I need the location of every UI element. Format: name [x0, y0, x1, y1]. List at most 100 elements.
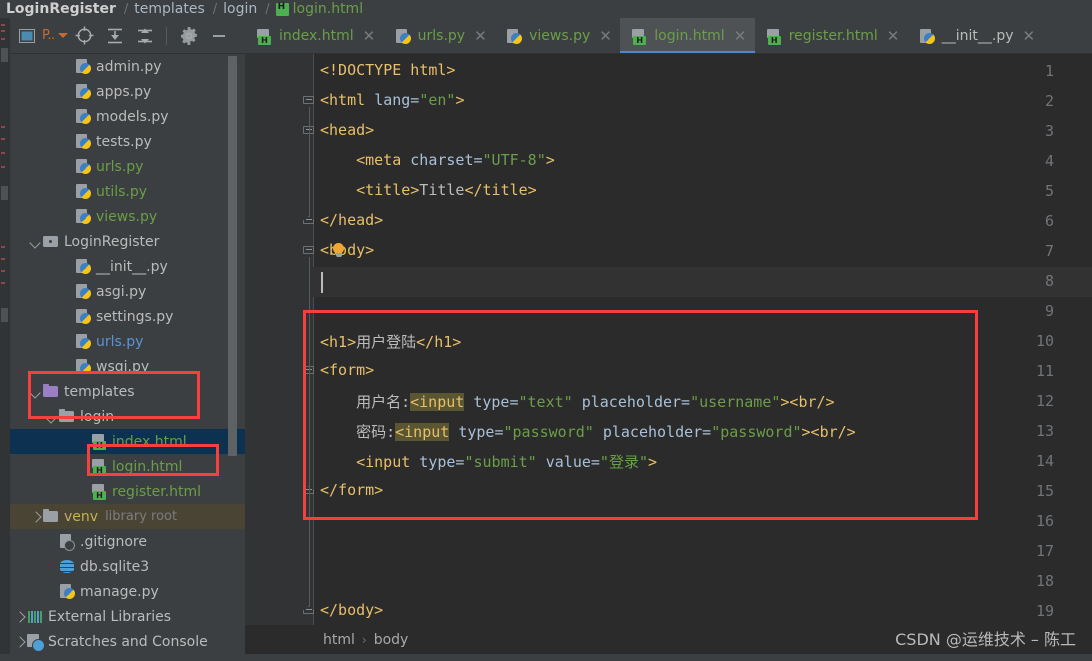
tree-item-urls-py[interactable]: urls.py: [10, 329, 245, 354]
tree-item-label: LoginRegister: [64, 233, 160, 250]
tree-item-label: admin.py: [96, 58, 162, 75]
tab-urls-py[interactable]: urls.py ✕: [384, 18, 495, 54]
project-label[interactable]: P..: [42, 28, 68, 43]
code-token: >: [455, 91, 465, 109]
tree-item-tests-py[interactable]: tests.py: [10, 129, 245, 154]
chevron-right-icon[interactable]: [30, 511, 42, 523]
tree-item-label: templates: [64, 383, 135, 400]
chevron-down-icon[interactable]: [30, 236, 42, 248]
tree-item-db-sqlite3[interactable]: db.sqlite3: [10, 554, 245, 579]
tree-item--gitignore[interactable]: .gitignore: [10, 529, 245, 554]
breadcrumb-login[interactable]: login: [223, 1, 257, 17]
code-token: ><br/>: [801, 423, 856, 441]
settings-button[interactable]: [176, 23, 202, 49]
collapse-all-icon: [137, 28, 152, 43]
code-token: "登录": [599, 453, 648, 471]
tree-item-login-html[interactable]: login.html: [10, 454, 245, 479]
folder-purple-icon: [43, 383, 60, 400]
tree-item-loginregister[interactable]: LoginRegister: [10, 229, 245, 254]
tree-item-label: manage.py: [80, 583, 159, 600]
tab-index-html[interactable]: index.html ✕: [245, 18, 384, 54]
close-icon[interactable]: ✕: [474, 28, 487, 44]
code-token: </form>: [320, 481, 384, 499]
breadcrumb-project[interactable]: LoginRegister: [6, 1, 116, 17]
code-token: >: [545, 151, 555, 169]
tree-item-apps-py[interactable]: apps.py: [10, 79, 245, 104]
close-icon[interactable]: ✕: [363, 28, 376, 44]
tree-item-urls-py[interactable]: urls.py: [10, 154, 245, 179]
close-icon[interactable]: ✕: [734, 28, 747, 44]
tree-item-views-py[interactable]: views.py: [10, 204, 245, 229]
tree-item-asgi-py[interactable]: asgi.py: [10, 279, 245, 304]
line-number: 17: [1035, 542, 1054, 560]
tab-login-html[interactable]: login.html ✕: [620, 18, 756, 54]
tree-item-external-libraries[interactable]: External Libraries: [10, 604, 245, 629]
tree-item-wsgi-py[interactable]: wsgi.py: [10, 354, 245, 379]
tree-item-venv[interactable]: venv library root: [10, 504, 245, 529]
tree-item-label: views.py: [96, 208, 158, 225]
code-line: <input type="submit" value="登录">: [356, 451, 657, 472]
chevron-right-icon[interactable]: [14, 636, 26, 648]
tree-item--init-py[interactable]: __init__.py: [10, 254, 245, 279]
breadcrumb-templates[interactable]: templates: [134, 1, 205, 17]
code-token: "password": [503, 423, 594, 441]
tree-item-manage-py[interactable]: manage.py: [10, 579, 245, 604]
tab--init-py[interactable]: __init__.py ✕: [908, 18, 1044, 54]
chevron-down-icon[interactable]: [46, 411, 58, 423]
tree-item-login[interactable]: login: [10, 404, 245, 429]
tree-item-templates[interactable]: templates: [10, 379, 245, 404]
tree-item-utils-py[interactable]: utils.py: [10, 179, 245, 204]
code-token: 用户名:: [356, 393, 411, 411]
tree-item-models-py[interactable]: models.py: [10, 104, 245, 129]
code-line: <meta charset="UTF-8">: [356, 151, 555, 169]
python-file-icon: [75, 133, 92, 150]
tree-scrollbar[interactable]: [228, 56, 237, 456]
breadcrumb-file[interactable]: login.html: [293, 1, 363, 17]
line-number: 14: [1035, 452, 1054, 470]
expand-all-button[interactable]: [102, 23, 128, 49]
code-line: <head>: [320, 121, 374, 139]
html-file-icon: [275, 2, 289, 16]
python-file-icon: [75, 108, 92, 125]
tree-item-register-html[interactable]: register.html: [10, 479, 245, 504]
tree-item-settings-py[interactable]: settings.py: [10, 304, 245, 329]
code-token: <body>: [320, 241, 375, 259]
tree-item-label: Scratches and Console: [48, 633, 208, 650]
code-editor[interactable]: 1 <!DOCTYPE html> 2 <html lang="en"> 3 <head>…: [245, 54, 1092, 643]
hide-panel-button[interactable]: [206, 23, 232, 49]
tab-views-py[interactable]: views.py ✕: [495, 18, 620, 54]
locate-file-button[interactable]: [72, 23, 98, 49]
intention-bulb-icon[interactable]: [332, 243, 345, 259]
close-icon[interactable]: ✕: [887, 28, 900, 44]
code-token: <html: [320, 91, 375, 109]
left-edge-strip: [0, 18, 10, 661]
collapse-all-button[interactable]: [132, 23, 158, 49]
code-token: <input: [410, 393, 465, 411]
tree-item-admin-py[interactable]: admin.py: [10, 54, 245, 79]
line-number: 8: [1044, 272, 1054, 290]
project-tree[interactable]: admin.py apps.py models.py tests.py urls.py u…: [10, 54, 245, 661]
tab-label: index.html: [279, 28, 354, 44]
close-icon[interactable]: ✕: [599, 28, 612, 44]
tree-item-scratches-and-console[interactable]: Scratches and Console: [10, 629, 245, 654]
tree-item-index-html[interactable]: index.html: [10, 429, 245, 454]
project-selector-button[interactable]: [14, 23, 40, 49]
editor-tab-bar[interactable]: index.html✕urls.py✕views.py✕login.html✕r…: [245, 18, 1092, 54]
chevron-down-icon[interactable]: [30, 386, 42, 398]
html-file-icon: [91, 458, 108, 475]
chevron-right-icon[interactable]: [14, 611, 26, 623]
tab-label: register.html: [788, 28, 878, 44]
tab-register-html[interactable]: register.html ✕: [755, 18, 908, 54]
gear-icon: [180, 26, 197, 45]
fold-guide-line: [308, 137, 310, 216]
tree-item-label: register.html: [112, 483, 202, 500]
editor-gutter[interactable]: [245, 54, 313, 643]
editor-breadcrumb-body[interactable]: body: [374, 632, 409, 648]
code-token: charset=: [410, 151, 483, 169]
editor-breadcrumb-html[interactable]: html: [323, 632, 355, 648]
close-icon[interactable]: ✕: [1023, 28, 1036, 44]
